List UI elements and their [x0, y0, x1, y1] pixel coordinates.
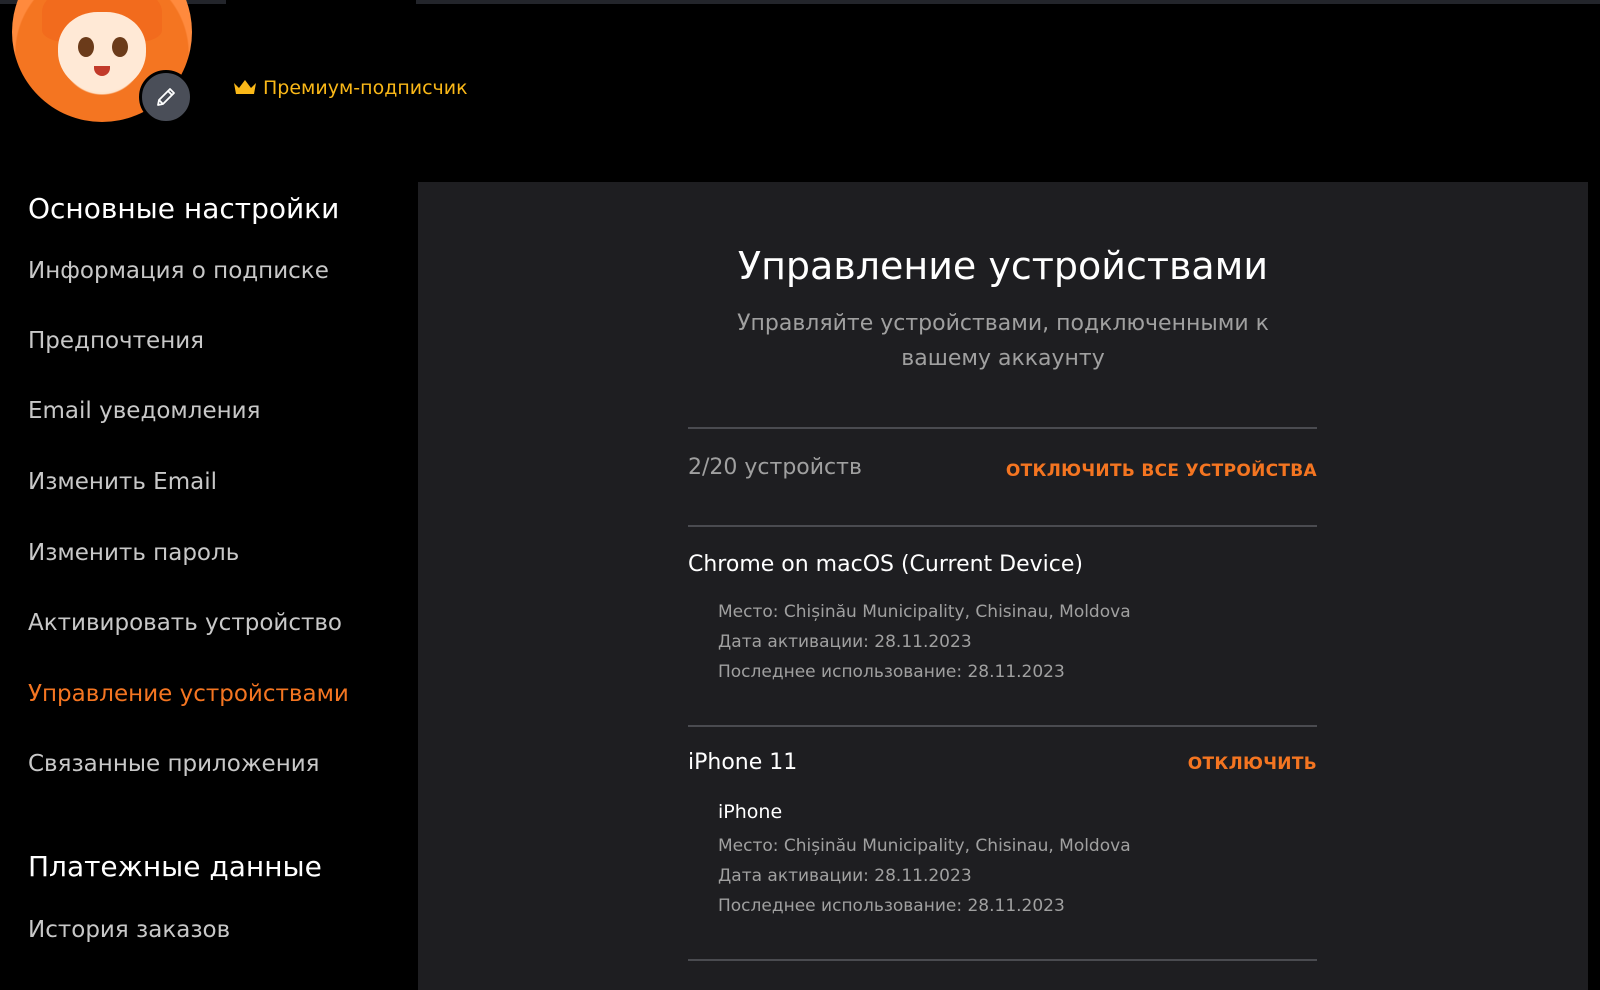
device-last-used: Последнее использование: 28.11.2023	[718, 662, 1065, 682]
disconnect-all-button[interactable]: ОТКЛЮЧИТЬ ВСЕ УСТРОЙСТВА	[1006, 461, 1317, 481]
sidebar-heading-payment: Платежные данные	[28, 850, 322, 883]
avatar-eye-left	[78, 37, 94, 57]
divider	[688, 959, 1317, 961]
sidebar-item-change-email[interactable]: Изменить Email	[28, 469, 217, 495]
sidebar-item-subscription-info[interactable]: Информация о подписке	[28, 258, 329, 284]
device-management-panel: Управление устройствами Управляйте устро…	[418, 182, 1588, 990]
sidebar-item-order-history[interactable]: История заказов	[28, 917, 230, 943]
device-location: Место: Chișinău Municipality, Chisinau, …	[718, 836, 1131, 856]
device-activation-date: Дата активации: 28.11.2023	[718, 866, 972, 886]
premium-label: Премиум-подписчик	[263, 77, 468, 99]
sidebar-item-change-password[interactable]: Изменить пароль	[28, 540, 239, 566]
sidebar-item-email-notifications[interactable]: Email уведомления	[28, 398, 260, 424]
device-name: Chrome on macOS (Current Device)	[688, 552, 1083, 577]
page-subtitle: Управляйте устройствами, подключенными к…	[737, 311, 1269, 371]
divider	[688, 525, 1317, 527]
sidebar-item-linked-apps[interactable]: Связанные приложения	[28, 751, 320, 777]
device-last-used: Последнее использование: 28.11.2023	[718, 896, 1065, 916]
device-type: iPhone	[718, 801, 783, 823]
top-progress-strip	[0, 0, 1600, 4]
pencil-icon	[157, 88, 175, 106]
page-title: Управление устройствами	[737, 244, 1269, 288]
avatar-face	[58, 12, 146, 92]
device-name: iPhone 11	[688, 750, 798, 775]
edit-avatar-button[interactable]	[139, 70, 193, 124]
premium-badge: Премиум-подписчик	[233, 77, 468, 99]
sidebar-item-activate-device[interactable]: Активировать устройство	[28, 610, 342, 636]
avatar-eye-right	[112, 37, 128, 57]
divider	[688, 427, 1317, 429]
sidebar-item-manage-devices[interactable]: Управление устройствами	[28, 681, 349, 707]
divider	[688, 725, 1317, 727]
disconnect-device-button[interactable]: ОТКЛЮЧИТЬ	[1188, 754, 1317, 774]
sidebar-item-preferences[interactable]: Предпочтения	[28, 328, 204, 354]
device-location: Место: Chișinău Municipality, Chisinau, …	[718, 602, 1131, 622]
crown-icon	[234, 80, 256, 94]
sidebar-heading-main-settings: Основные настройки	[28, 192, 340, 225]
device-count: 2/20 устройств	[688, 455, 862, 480]
device-activation-date: Дата активации: 28.11.2023	[718, 632, 972, 652]
